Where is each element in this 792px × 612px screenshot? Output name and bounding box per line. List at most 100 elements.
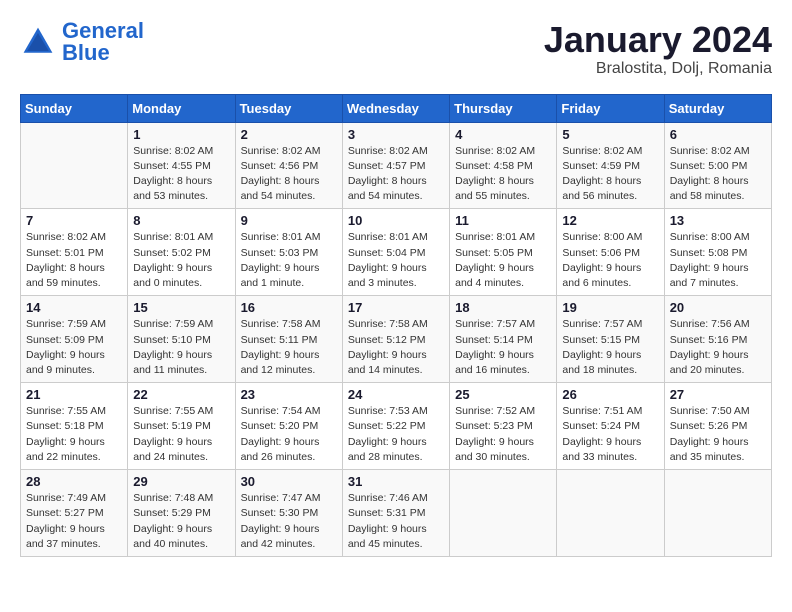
day-number: 27 [670,387,766,402]
day-info: Sunrise: 8:00 AMSunset: 5:06 PMDaylight:… [562,230,658,291]
day-number: 12 [562,213,658,228]
calendar-subtitle: Bralostita, Dolj, Romania [544,60,772,78]
day-number: 31 [348,474,444,489]
day-cell: 25 Sunrise: 7:52 AMSunset: 5:23 PMDayligh… [450,383,557,470]
title-block: January 2024 Bralostita, Dolj, Romania [544,20,772,78]
day-info: Sunrise: 8:02 AMSunset: 4:57 PMDaylight:… [348,144,444,205]
day-number: 8 [133,213,229,228]
week-row-4: 28Sunrise: 7:49 AMSunset: 5:27 PMDayligh… [21,470,772,557]
day-info: Sunrise: 7:58 AMSunset: 5:11 PMDaylight:… [241,317,337,378]
day-cell: 30Sunrise: 7:47 AMSunset: 5:30 PMDayligh… [235,470,342,557]
day-info: Sunrise: 7:50 AMSunset: 5:26 PMDaylight:… [670,404,766,465]
col-thursday: Thursday [450,94,557,122]
day-number: 14 [26,300,122,315]
day-number: 16 [241,300,337,315]
col-tuesday: Tuesday [235,94,342,122]
day-cell: 5 Sunrise: 8:02 AMSunset: 4:59 PMDaylight… [557,122,664,209]
day-cell: 10Sunrise: 8:01 AMSunset: 5:04 PMDayligh… [342,209,449,296]
day-number: 15 [133,300,229,315]
day-number: 7 [26,213,122,228]
day-cell: 2Sunrise: 8:02 AMSunset: 4:56 PMDaylight… [235,122,342,209]
day-cell: 9 Sunrise: 8:01 AMSunset: 5:03 PMDaylight… [235,209,342,296]
day-info: Sunrise: 8:01 AMSunset: 5:04 PMDaylight:… [348,230,444,291]
day-number: 11 [455,213,551,228]
day-info: Sunrise: 8:02 AMSunset: 5:00 PMDaylight:… [670,144,766,205]
day-number: 9 [241,213,337,228]
day-cell: 19Sunrise: 7:57 AMSunset: 5:15 PMDayligh… [557,296,664,383]
day-number: 24 [348,387,444,402]
day-cell: 20 Sunrise: 7:56 AMSunset: 5:16 PMDayligh… [664,296,771,383]
day-info: Sunrise: 7:58 AMSunset: 5:12 PMDaylight:… [348,317,444,378]
day-info: Sunrise: 7:52 AMSunset: 5:23 PMDaylight:… [455,404,551,465]
calendar-body: 1 Sunrise: 8:02 AMSunset: 4:55 PMDaylight… [21,122,772,556]
week-row-3: 21Sunrise: 7:55 AMSunset: 5:18 PMDayligh… [21,383,772,470]
day-cell: 17 Sunrise: 7:58 AMSunset: 5:12 PMDayligh… [342,296,449,383]
day-number: 5 [562,127,658,142]
day-info: Sunrise: 8:02 AMSunset: 4:59 PMDaylight:… [562,144,658,205]
day-cell: 14 Sunrise: 7:59 AMSunset: 5:09 PMDayligh… [21,296,128,383]
day-cell: 4 Sunrise: 8:02 AMSunset: 4:58 PMDaylight… [450,122,557,209]
day-info: Sunrise: 8:01 AMSunset: 5:03 PMDaylight:… [241,230,337,291]
col-wednesday: Wednesday [342,94,449,122]
day-info: Sunrise: 7:46 AMSunset: 5:31 PMDaylight:… [348,491,444,552]
day-number: 21 [26,387,122,402]
logo-text: General Blue [62,20,144,64]
day-cell: 28Sunrise: 7:49 AMSunset: 5:27 PMDayligh… [21,470,128,557]
day-info: Sunrise: 8:01 AMSunset: 5:02 PMDaylight:… [133,230,229,291]
day-info: Sunrise: 8:00 AMSunset: 5:08 PMDaylight:… [670,230,766,291]
day-cell [664,470,771,557]
day-cell: 16 Sunrise: 7:58 AMSunset: 5:11 PMDayligh… [235,296,342,383]
day-number: 30 [241,474,337,489]
day-info: Sunrise: 7:51 AMSunset: 5:24 PMDaylight:… [562,404,658,465]
day-info: Sunrise: 8:02 AMSunset: 4:55 PMDaylight:… [133,144,229,205]
day-number: 28 [26,474,122,489]
day-info: Sunrise: 7:59 AMSunset: 5:10 PMDaylight:… [133,317,229,378]
day-cell: 29Sunrise: 7:48 AMSunset: 5:29 PMDayligh… [128,470,235,557]
calendar-title: January 2024 [544,20,772,60]
day-number: 23 [241,387,337,402]
header-row: Sunday Monday Tuesday Wednesday Thursday… [21,94,772,122]
day-number: 4 [455,127,551,142]
day-cell: 27 Sunrise: 7:50 AMSunset: 5:26 PMDayligh… [664,383,771,470]
col-sunday: Sunday [21,94,128,122]
day-info: Sunrise: 7:55 AMSunset: 5:19 PMDaylight:… [133,404,229,465]
week-row-0: 1 Sunrise: 8:02 AMSunset: 4:55 PMDaylight… [21,122,772,209]
day-cell: 6 Sunrise: 8:02 AMSunset: 5:00 PMDaylight… [664,122,771,209]
day-cell: 21Sunrise: 7:55 AMSunset: 5:18 PMDayligh… [21,383,128,470]
day-cell: 12 Sunrise: 8:00 AMSunset: 5:06 PMDayligh… [557,209,664,296]
day-number: 17 [348,300,444,315]
logo: General Blue [20,20,144,64]
day-info: Sunrise: 7:56 AMSunset: 5:16 PMDaylight:… [670,317,766,378]
day-number: 29 [133,474,229,489]
day-cell: 8 Sunrise: 8:01 AMSunset: 5:02 PMDaylight… [128,209,235,296]
day-cell: 15 Sunrise: 7:59 AMSunset: 5:10 PMDayligh… [128,296,235,383]
day-info: Sunrise: 7:59 AMSunset: 5:09 PMDaylight:… [26,317,122,378]
day-cell [21,122,128,209]
day-cell: 18Sunrise: 7:57 AMSunset: 5:14 PMDayligh… [450,296,557,383]
day-info: Sunrise: 8:02 AMSunset: 4:56 PMDaylight:… [241,144,337,205]
page-header: General Blue January 2024 Bralostita, Do… [20,20,772,78]
day-number: 6 [670,127,766,142]
day-number: 3 [348,127,444,142]
day-number: 1 [133,127,229,142]
day-info: Sunrise: 7:57 AMSunset: 5:14 PMDaylight:… [455,317,551,378]
calendar-header: Sunday Monday Tuesday Wednesday Thursday… [21,94,772,122]
day-cell: 22 Sunrise: 7:55 AMSunset: 5:19 PMDayligh… [128,383,235,470]
day-cell: 31 Sunrise: 7:46 AMSunset: 5:31 PMDayligh… [342,470,449,557]
day-number: 22 [133,387,229,402]
day-number: 19 [562,300,658,315]
logo-blue: Blue [62,40,110,65]
day-cell: 3 Sunrise: 8:02 AMSunset: 4:57 PMDaylight… [342,122,449,209]
day-info: Sunrise: 7:53 AMSunset: 5:22 PMDaylight:… [348,404,444,465]
day-number: 26 [562,387,658,402]
day-cell: 11Sunrise: 8:01 AMSunset: 5:05 PMDayligh… [450,209,557,296]
day-info: Sunrise: 8:02 AMSunset: 5:01 PMDaylight:… [26,230,122,291]
day-cell [450,470,557,557]
day-cell: 26 Sunrise: 7:51 AMSunset: 5:24 PMDayligh… [557,383,664,470]
day-number: 25 [455,387,551,402]
day-number: 20 [670,300,766,315]
day-cell: 7 Sunrise: 8:02 AMSunset: 5:01 PMDaylight… [21,209,128,296]
day-info: Sunrise: 8:02 AMSunset: 4:58 PMDaylight:… [455,144,551,205]
day-cell: 13Sunrise: 8:00 AMSunset: 5:08 PMDayligh… [664,209,771,296]
col-friday: Friday [557,94,664,122]
